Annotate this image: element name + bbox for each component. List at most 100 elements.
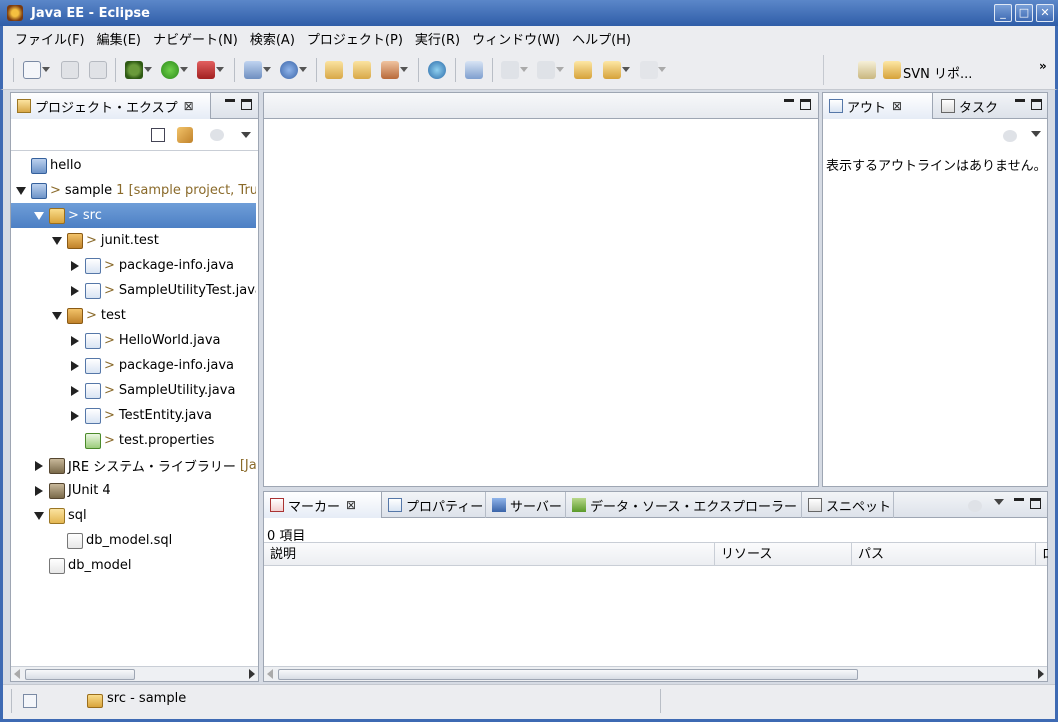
minimize-editor-button[interactable] <box>784 99 794 109</box>
column-location[interactable]: ロ <box>1036 543 1048 566</box>
tree-item[interactable]: > sample 1 [sample project, Trun <box>11 178 256 203</box>
view-menu-icon[interactable] <box>241 132 251 138</box>
browser-icon[interactable] <box>428 61 446 79</box>
last-edit-icon[interactable] <box>574 61 592 79</box>
chevron-down-icon[interactable] <box>622 67 630 73</box>
collapsed-arrow-icon[interactable] <box>69 335 81 347</box>
tree-item[interactable]: > TestEntity.java <box>11 403 256 428</box>
chevron-down-icon[interactable] <box>556 67 564 73</box>
maximize-view-button[interactable] <box>241 99 252 110</box>
tab-properties[interactable]: プロパティー <box>382 492 486 518</box>
collapsed-arrow-icon[interactable] <box>33 485 45 497</box>
open-task-icon[interactable] <box>381 61 399 79</box>
scroll-left-icon[interactable] <box>14 669 20 679</box>
link-with-editor-icon[interactable] <box>177 127 193 143</box>
minimize-view-button[interactable] <box>1014 498 1024 508</box>
column-resource[interactable]: リソース <box>715 543 852 566</box>
sync-icon[interactable] <box>1003 130 1017 142</box>
view-menu-icon[interactable] <box>994 499 1004 505</box>
horizontal-scrollbar[interactable] <box>264 666 1047 681</box>
menu-navigate[interactable]: ナビゲート(N) <box>147 29 244 48</box>
scroll-left-icon[interactable] <box>267 669 273 679</box>
tree-item[interactable]: > test.properties <box>11 428 256 453</box>
sync-icon[interactable] <box>968 500 982 512</box>
collapsed-arrow-icon[interactable] <box>69 360 81 372</box>
column-path[interactable]: パス <box>852 543 1036 566</box>
sync-icon[interactable] <box>210 129 224 141</box>
open-type-icon[interactable] <box>325 61 343 79</box>
web-service-icon[interactable] <box>280 61 298 79</box>
chevron-down-icon[interactable] <box>520 67 528 73</box>
tree-item[interactable]: hello <box>11 153 256 178</box>
open-resource-icon[interactable] <box>353 61 371 79</box>
save-icon[interactable] <box>61 61 79 79</box>
menu-file[interactable]: ファイル(F) <box>9 29 91 48</box>
expanded-arrow-icon[interactable] <box>33 510 45 522</box>
column-description[interactable]: 説明 <box>264 543 715 566</box>
editor-area[interactable] <box>263 92 819 487</box>
expanded-arrow-icon[interactable] <box>51 235 63 247</box>
debug-icon[interactable] <box>125 61 143 79</box>
chevron-down-icon[interactable] <box>263 67 271 73</box>
next-annotation-icon[interactable] <box>501 61 519 79</box>
tree-item[interactable]: > junit.test <box>11 228 256 253</box>
maximize-view-button[interactable] <box>1031 99 1042 110</box>
tree-item[interactable]: > package-info.java <box>11 253 256 278</box>
chevron-down-icon[interactable] <box>180 67 188 73</box>
close-icon[interactable]: ⊠ <box>184 99 194 113</box>
expanded-arrow-icon[interactable] <box>51 310 63 322</box>
chevron-down-icon[interactable] <box>299 67 307 73</box>
tree-item[interactable]: > package-info.java <box>11 353 256 378</box>
close-icon[interactable]: ⊠ <box>346 498 356 512</box>
menu-help[interactable]: ヘルプ(H) <box>566 29 637 48</box>
scroll-right-icon[interactable] <box>1038 669 1044 679</box>
minimize-button[interactable]: _ <box>994 4 1012 22</box>
print-icon[interactable] <box>89 61 107 79</box>
minimize-view-button[interactable] <box>1015 99 1025 109</box>
tab-outline[interactable]: アウト ⊠ <box>823 93 933 119</box>
collapsed-arrow-icon[interactable] <box>69 410 81 422</box>
menu-project[interactable]: プロジェクト(P) <box>301 29 409 48</box>
maximize-button[interactable]: □ <box>1015 4 1033 22</box>
tab-project-explorer[interactable]: プロジェクト・エクスプ ⊠ <box>11 93 211 119</box>
maximize-editor-button[interactable] <box>800 99 811 110</box>
tab-tasks[interactable]: タスク <box>935 93 1011 119</box>
view-menu-icon[interactable] <box>1031 131 1041 137</box>
tab-markers[interactable]: マーカー ⊠ <box>264 492 382 518</box>
tree-item[interactable]: db_model.sql <box>11 528 256 553</box>
forward-icon[interactable] <box>640 61 658 79</box>
tree-item[interactable]: > HelloWorld.java <box>11 328 256 353</box>
run-icon[interactable] <box>161 61 179 79</box>
tree-item[interactable]: > SampleUtility.java <box>11 378 256 403</box>
collapse-all-icon[interactable] <box>151 128 165 142</box>
close-button[interactable]: ✕ <box>1036 4 1054 22</box>
toolbar-more-button[interactable]: » <box>1039 59 1047 73</box>
tree-item[interactable]: > src <box>11 203 256 228</box>
new-icon[interactable] <box>23 61 41 79</box>
menu-window[interactable]: ウィンドウ(W) <box>466 29 566 48</box>
menu-run[interactable]: 実行(R) <box>409 29 466 48</box>
chevron-down-icon[interactable] <box>144 67 152 73</box>
menu-search[interactable]: 検索(A) <box>244 29 301 48</box>
menu-edit[interactable]: 編集(E) <box>91 29 147 48</box>
collapsed-arrow-icon[interactable] <box>69 260 81 272</box>
expanded-arrow-icon[interactable] <box>15 185 27 197</box>
previous-annotation-icon[interactable] <box>537 61 555 79</box>
minimize-view-button[interactable] <box>225 99 235 109</box>
scroll-thumb[interactable] <box>278 669 858 680</box>
collapsed-arrow-icon[interactable] <box>69 285 81 297</box>
collapsed-arrow-icon[interactable] <box>69 385 81 397</box>
scroll-thumb[interactable] <box>25 669 135 680</box>
scroll-right-icon[interactable] <box>249 669 255 679</box>
chevron-down-icon[interactable] <box>658 67 666 73</box>
tab-servers[interactable]: サーバー <box>486 492 566 518</box>
search-icon[interactable] <box>465 61 483 79</box>
open-perspective-icon[interactable] <box>858 61 876 79</box>
tab-snippets[interactable]: スニペット <box>802 492 894 518</box>
chevron-down-icon[interactable] <box>216 67 224 73</box>
perspective-svn-repository[interactable]: SVN リポ... <box>903 63 972 82</box>
collapsed-arrow-icon[interactable] <box>33 460 45 472</box>
tree-item[interactable]: > SampleUtilityTest.java <box>11 278 256 303</box>
run-external-icon[interactable] <box>197 61 215 79</box>
tab-data-source-explorer[interactable]: データ・ソース・エクスプローラー <box>566 492 802 518</box>
